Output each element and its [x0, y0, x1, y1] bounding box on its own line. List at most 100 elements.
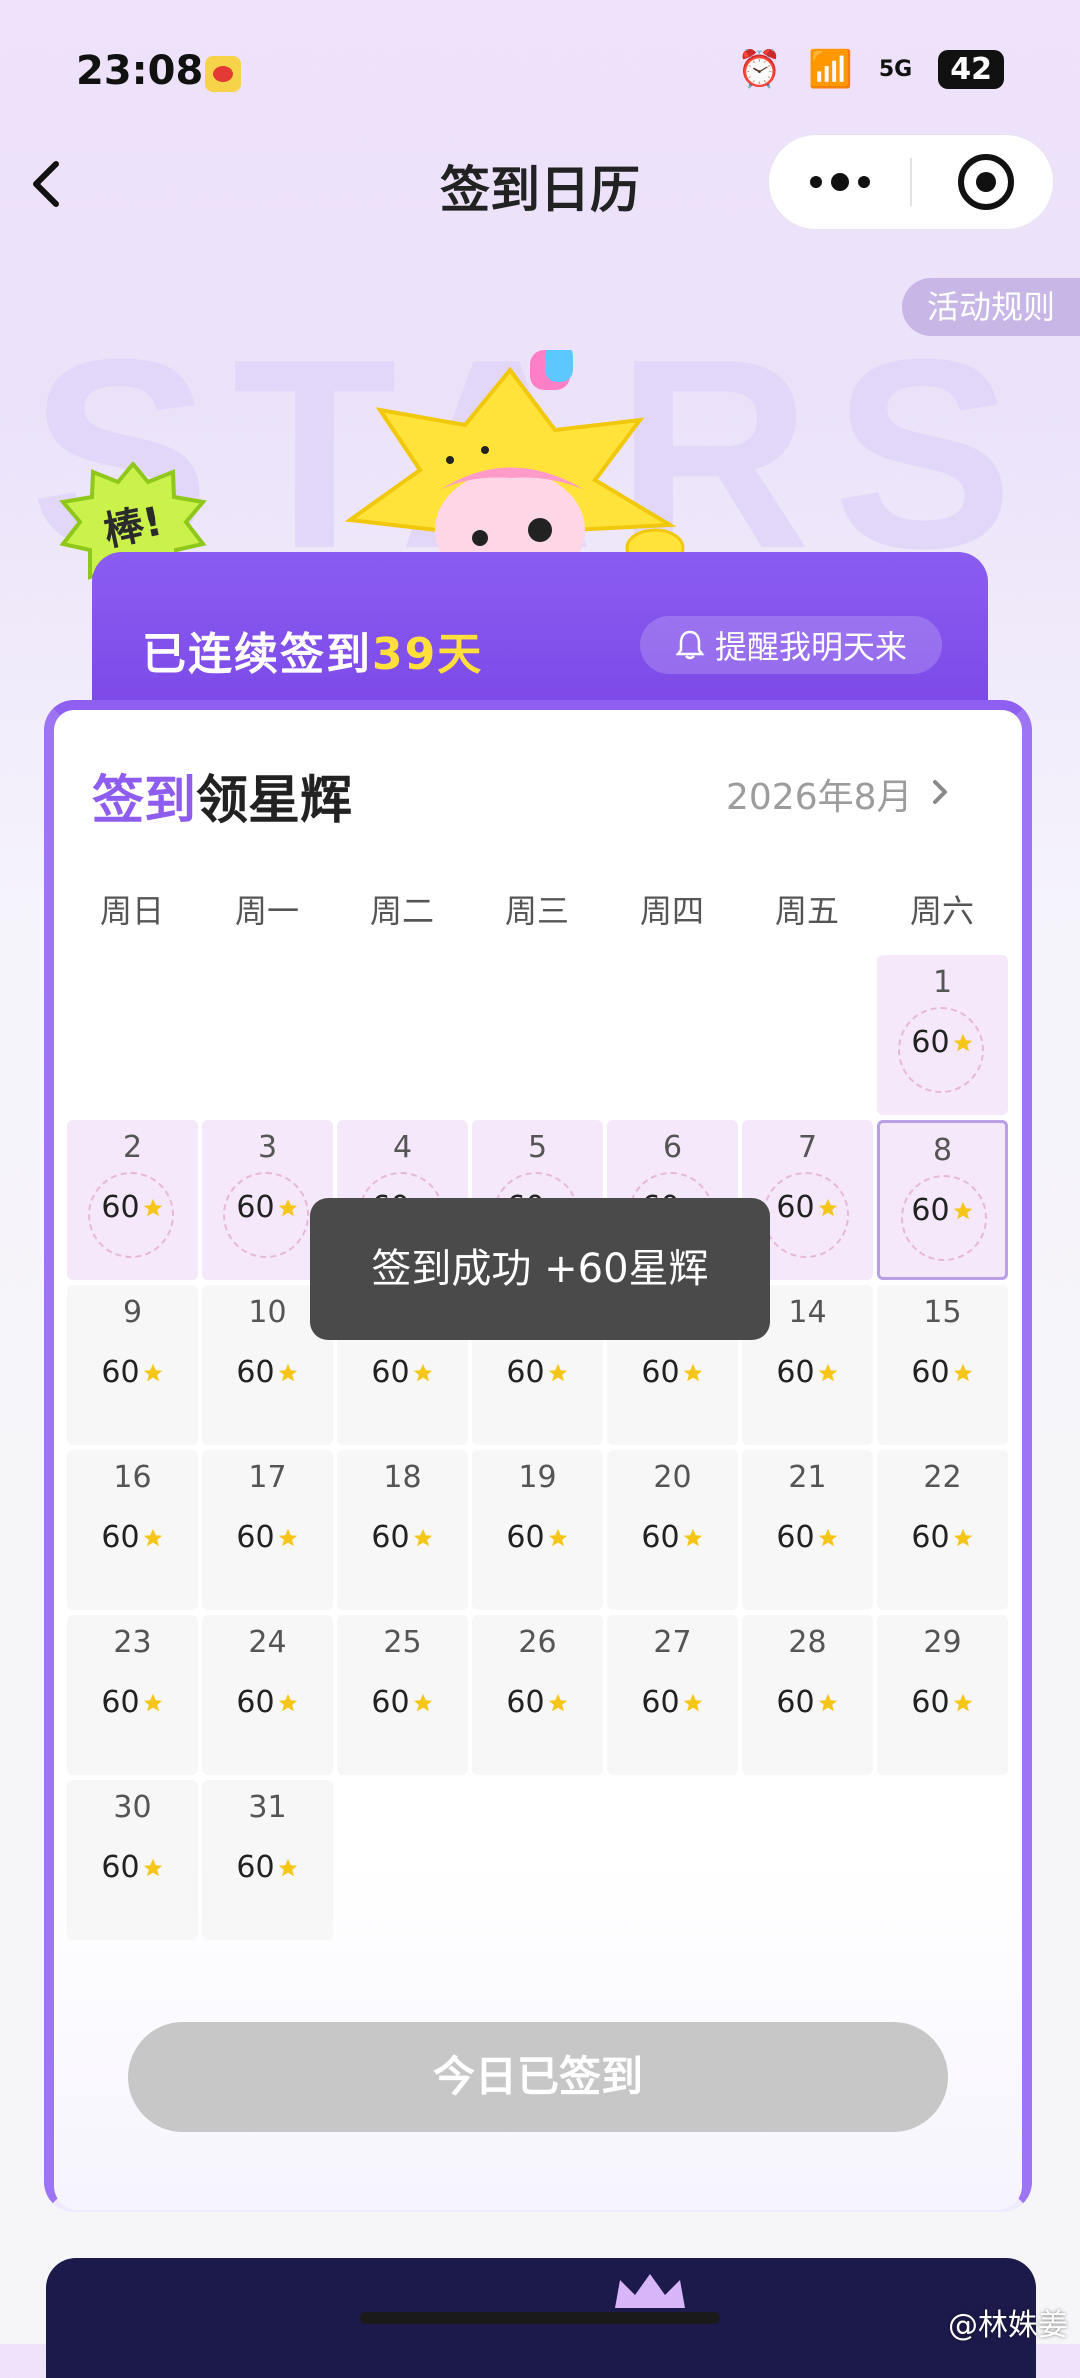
- day-number: 20: [653, 1460, 692, 1495]
- weekday-label: 周五: [774, 892, 839, 930]
- day-number: 8: [932, 1133, 953, 1168]
- calendar-day-cell[interactable]: 25 60: [337, 1615, 468, 1775]
- day-number: 18: [383, 1460, 422, 1495]
- weekday-label: 周六: [909, 892, 974, 930]
- calendar-day-cell[interactable]: 2 60: [67, 1120, 198, 1280]
- day-number: 23: [113, 1625, 152, 1660]
- home-indicator[interactable]: [360, 2312, 720, 2324]
- calendar-day-cell[interactable]: 15 60: [877, 1285, 1008, 1445]
- calendar-day-cell[interactable]: 22 60: [877, 1450, 1008, 1610]
- weekday-label: 周一: [234, 892, 299, 930]
- star-icon: [143, 1693, 162, 1711]
- calendar-day-cell[interactable]: 8 60: [877, 1120, 1008, 1280]
- status-icons: ⏰ 📶 5G 42: [737, 48, 1004, 90]
- day-number: 19: [518, 1460, 557, 1495]
- signed-today-button[interactable]: 今日已签到: [128, 2022, 948, 2132]
- day-reward: 60: [472, 1520, 603, 1555]
- calendar-day-cell[interactable]: 23 60: [67, 1615, 198, 1775]
- day-number: 7: [797, 1130, 818, 1165]
- reward-value: 60: [506, 1685, 545, 1720]
- day-reward: 60: [67, 1190, 198, 1225]
- reward-value: 60: [371, 1355, 410, 1390]
- calendar-day-cell[interactable]: 17 60: [202, 1450, 333, 1610]
- day-reward: 60: [337, 1520, 468, 1555]
- reward-value: 60: [101, 1190, 140, 1225]
- day-number: 28: [788, 1625, 827, 1660]
- day-number: 2: [122, 1130, 143, 1165]
- rules-button[interactable]: 活动规则: [902, 278, 1080, 336]
- more-icon[interactable]: [810, 170, 870, 194]
- calendar-day-cell[interactable]: 24 60: [202, 1615, 333, 1775]
- chevron-right-icon[interactable]: [930, 776, 950, 808]
- calendar-day-cell[interactable]: 1 60: [877, 955, 1008, 1115]
- weekday-label: 周二: [369, 892, 434, 930]
- day-reward: 60: [67, 1355, 198, 1390]
- day-reward: 60: [607, 1520, 738, 1555]
- star-icon: [143, 1528, 162, 1546]
- calendar-day-cell[interactable]: 19 60: [472, 1450, 603, 1610]
- star-icon: [953, 1693, 972, 1711]
- day-number: 30: [113, 1790, 152, 1825]
- star-icon: [818, 1693, 837, 1711]
- reward-value: 60: [641, 1520, 680, 1555]
- calendar-day-cell[interactable]: 18 60: [337, 1450, 468, 1610]
- calendar-day-cell[interactable]: 26 60: [472, 1615, 603, 1775]
- streak-text: 已连续签到39天: [142, 618, 483, 682]
- star-mascot: [344, 350, 685, 580]
- card-title-rest: 领星辉: [196, 771, 353, 831]
- card-title: 签到领星辉: [92, 758, 352, 833]
- reward-value: 60: [101, 1850, 140, 1885]
- wifi-icon: 📶: [808, 49, 853, 90]
- calendar-day-cell[interactable]: 30 60: [67, 1780, 198, 1940]
- day-reward: 60: [337, 1355, 468, 1390]
- star-icon: [278, 1693, 297, 1711]
- day-number: 15: [923, 1295, 962, 1330]
- star-icon: [413, 1363, 432, 1381]
- bell-icon: [675, 630, 705, 660]
- reward-value: 60: [236, 1190, 275, 1225]
- star-icon: [683, 1693, 702, 1711]
- calendar-day-cell[interactable]: 27 60: [607, 1615, 738, 1775]
- day-number: 21: [788, 1460, 827, 1495]
- crown-icon: [615, 2274, 685, 2308]
- calendar-day-cell[interactable]: 16 60: [67, 1450, 198, 1610]
- star-icon: [548, 1693, 567, 1711]
- reward-value: 60: [911, 1025, 950, 1060]
- reward-value: 60: [776, 1355, 815, 1390]
- star-icon: [143, 1363, 162, 1381]
- day-reward: 60: [67, 1520, 198, 1555]
- reward-value: 60: [371, 1520, 410, 1555]
- day-number: 1: [932, 965, 953, 1000]
- card-title-accent: 签到: [92, 771, 197, 831]
- close-miniapp-icon[interactable]: [958, 154, 1014, 210]
- day-reward: 60: [742, 1355, 873, 1390]
- calendar-day-cell[interactable]: 31 60: [202, 1780, 333, 1940]
- star-icon: [548, 1528, 567, 1546]
- remind-tomorrow-button[interactable]: 提醒我明天来: [640, 616, 942, 674]
- day-reward: 60: [67, 1850, 198, 1885]
- day-reward: 60: [202, 1685, 333, 1720]
- day-reward: 60: [742, 1685, 873, 1720]
- star-icon: [143, 1198, 162, 1216]
- day-number: 4: [392, 1130, 413, 1165]
- reward-value: 60: [911, 1520, 950, 1555]
- calendar-day-cell[interactable]: 29 60: [877, 1615, 1008, 1775]
- reward-value: 60: [101, 1685, 140, 1720]
- calendar-day-cell[interactable]: 28 60: [742, 1615, 873, 1775]
- star-icon: [953, 1363, 972, 1381]
- calendar-day-cell[interactable]: 21 60: [742, 1450, 873, 1610]
- day-number: 3: [257, 1130, 278, 1165]
- calendar-day-cell[interactable]: 20 60: [607, 1450, 738, 1610]
- reward-value: 60: [236, 1355, 275, 1390]
- day-number: 31: [248, 1790, 287, 1825]
- month-selector[interactable]: 2026年8月: [726, 768, 913, 820]
- day-number: 9: [122, 1295, 143, 1330]
- calendar-day-cell[interactable]: 9 60: [67, 1285, 198, 1445]
- star-icon: [818, 1198, 837, 1216]
- network-label: 5G: [878, 56, 913, 82]
- day-reward: 60: [67, 1685, 198, 1720]
- weekday-label: 周日: [99, 892, 164, 930]
- star-icon: [278, 1858, 297, 1876]
- star-icon: [278, 1363, 297, 1381]
- reward-value: 60: [911, 1685, 950, 1720]
